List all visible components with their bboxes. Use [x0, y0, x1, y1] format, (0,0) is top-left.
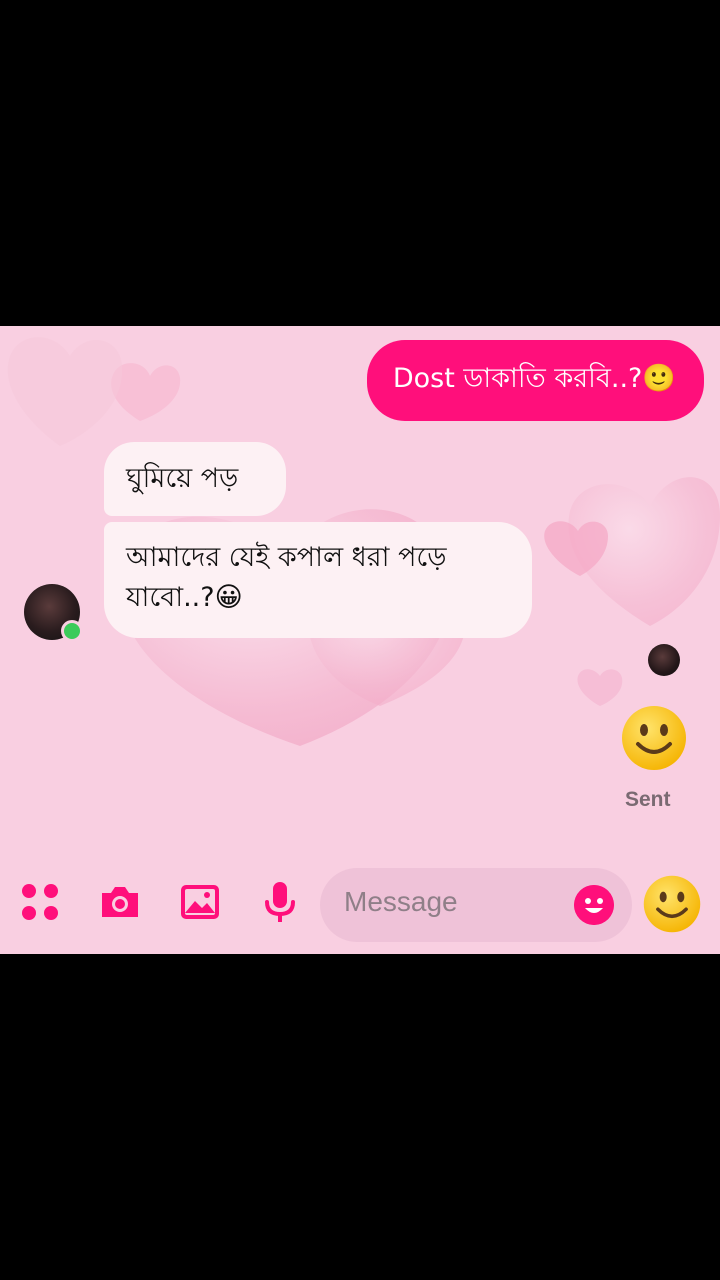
- apps-icon[interactable]: [18, 880, 62, 924]
- outgoing-message-bubble[interactable]: Dost ডাকাতি করবি..?🙂: [366, 340, 704, 421]
- camera-icon[interactable]: [98, 880, 142, 924]
- mic-icon[interactable]: [258, 880, 302, 924]
- incoming-message-bubble[interactable]: আমাদের যেই কপাল ধরা পড়ে যাবো..?😀: [104, 522, 532, 638]
- like-emoji-icon[interactable]: [642, 874, 702, 934]
- emoji-icon[interactable]: [574, 885, 614, 925]
- sent-status-label: Sent: [625, 788, 671, 811]
- message-text: ঘুমিয়ে পড়: [126, 463, 239, 494]
- gallery-icon[interactable]: [178, 880, 222, 924]
- message-input[interactable]: Message: [320, 868, 632, 942]
- online-status-dot: [61, 620, 83, 642]
- chat-area: Dost ডাকাতি করবি..?🙂 ঘুমিয়ে পড় আমাদের …: [0, 326, 720, 954]
- sent-smile-emoji-icon[interactable]: [620, 704, 688, 772]
- composer-bar: Message: [0, 860, 720, 954]
- message-placeholder: Message: [344, 886, 458, 917]
- seen-avatar: [648, 644, 680, 676]
- message-text: আমাদের যেই কপাল ধরা পড়ে যাবো..?😀: [126, 542, 447, 613]
- incoming-message-bubble[interactable]: ঘুমিয়ে পড়: [104, 442, 286, 516]
